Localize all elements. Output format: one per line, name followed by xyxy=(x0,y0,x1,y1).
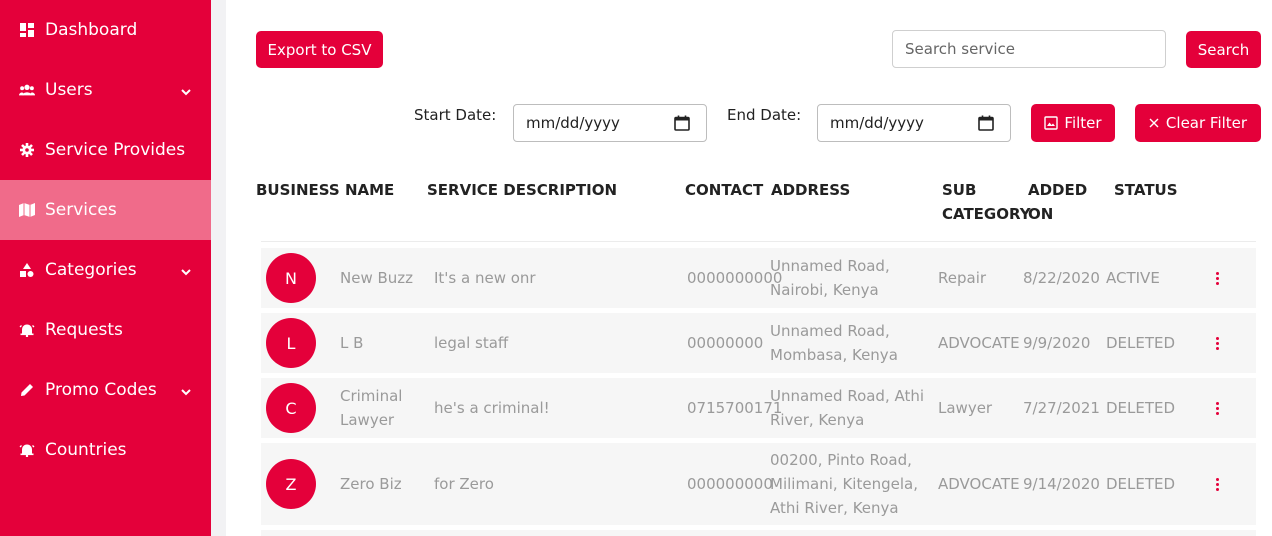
start-date-label: Start Date: xyxy=(414,106,497,124)
more-options-icon[interactable] xyxy=(1214,337,1220,353)
chevron-down-icon xyxy=(180,83,192,96)
sidebar-item-service-provides[interactable]: Service Provides xyxy=(0,120,211,180)
table-row[interactable]: L L B legal staff 00000000 Unnamed Road,… xyxy=(261,313,1256,373)
sidebar-item-label: Categories xyxy=(45,260,137,280)
chevron-down-icon xyxy=(180,383,192,396)
sidebar-item-label: Promo Codes xyxy=(45,380,157,400)
sidebar-divider xyxy=(211,0,226,536)
sub-category: Repair xyxy=(938,269,987,287)
filter-icon xyxy=(1044,116,1059,130)
status-text: DELETED xyxy=(1106,399,1176,417)
added-on: 8/22/2020 xyxy=(1023,269,1100,287)
sidebar-item-label: Services xyxy=(45,200,117,220)
sidebar-item-requests[interactable]: Requests xyxy=(0,300,211,360)
contact: 00000000 xyxy=(687,334,764,352)
avatar: Z xyxy=(266,459,316,509)
chevron-down-icon xyxy=(180,263,192,276)
table-row[interactable]: N New Buzz It's a new onr 0000000000 Unn… xyxy=(261,248,1256,308)
added-on: 7/27/2021 xyxy=(1023,399,1100,417)
more-options-icon[interactable] xyxy=(1214,402,1220,418)
sub-category: ADVOCATE xyxy=(938,475,1020,493)
sidebar-item-label: Dashboard xyxy=(45,20,138,40)
sidebar-item-label: Countries xyxy=(45,440,127,460)
table-row[interactable] xyxy=(261,530,1256,536)
pencil-icon xyxy=(19,382,35,398)
header-business-name: BUSINESS NAME xyxy=(256,181,395,199)
business-name: Criminal Lawyer xyxy=(340,387,403,429)
more-options-icon[interactable] xyxy=(1214,478,1220,494)
business-name: L B xyxy=(340,334,364,352)
search-button[interactable]: Search xyxy=(1186,31,1261,68)
header-contact: CONTACT xyxy=(685,181,764,199)
header-address: ADDRESS xyxy=(771,181,851,199)
end-date-label: End Date: xyxy=(727,106,802,124)
service-description: he's a criminal! xyxy=(434,399,550,417)
status-text: DELETED xyxy=(1106,475,1176,493)
avatar: N xyxy=(266,253,316,303)
export-csv-button[interactable]: Export to CSV xyxy=(256,31,383,68)
clear-filter-button[interactable]: Clear Filter xyxy=(1135,104,1261,142)
contact: 000000000 xyxy=(687,475,773,493)
sidebar-item-users[interactable]: Users xyxy=(0,60,211,120)
status-text: ACTIVE xyxy=(1106,269,1160,287)
filter-button[interactable]: Filter xyxy=(1031,104,1115,142)
header-status: STATUS xyxy=(1114,181,1178,199)
avatar: C xyxy=(266,383,316,433)
added-on: 9/14/2020 xyxy=(1023,475,1100,493)
header-added-on-line2: ON xyxy=(1028,205,1054,223)
start-date-field[interactable]: mm/dd/yyyy xyxy=(513,104,707,142)
address: 00200, Pinto Road, Milimani, Kitengela, … xyxy=(770,451,918,517)
table-row[interactable]: Z Zero Biz for Zero 000000000 00200, Pin… xyxy=(261,443,1256,525)
sidebar-item-label: Requests xyxy=(45,320,123,340)
added-on: 9/9/2020 xyxy=(1023,334,1091,352)
users-icon xyxy=(19,82,35,98)
service-description: for Zero xyxy=(434,475,494,493)
sidebar: Dashboard Users Service Provides Service… xyxy=(0,0,211,536)
header-sub-category-line1: SUB xyxy=(942,181,977,199)
bell-icon xyxy=(19,322,35,338)
service-description: It's a new onr xyxy=(434,269,536,287)
more-options-icon[interactable] xyxy=(1214,272,1220,288)
gear-icon xyxy=(19,142,35,158)
search-input[interactable]: Search service xyxy=(892,30,1166,68)
address: Unnamed Road, Mombasa, Kenya xyxy=(770,322,898,364)
header-service-description: SERVICE DESCRIPTION xyxy=(427,181,618,199)
sidebar-item-categories[interactable]: Categories xyxy=(0,240,211,300)
header-sub-category: SUB CATEGORY xyxy=(942,178,1031,226)
sidebar-item-services[interactable]: Services xyxy=(0,180,211,240)
clear-filter-button-label: Clear Filter xyxy=(1165,114,1248,132)
dashboard-icon xyxy=(19,22,35,38)
status-text: DELETED xyxy=(1106,334,1176,352)
calendar-icon[interactable] xyxy=(978,115,994,131)
sub-category: Lawyer xyxy=(938,399,993,417)
header-added-on: ADDED ON xyxy=(1028,178,1087,226)
shapes-icon xyxy=(19,262,35,278)
sub-category: ADVOCATE xyxy=(938,334,1020,352)
sidebar-item-countries[interactable]: Countries xyxy=(0,420,211,480)
avatar: L xyxy=(266,318,316,368)
address: Unnamed Road, Athi River, Kenya xyxy=(770,387,925,429)
sidebar-item-dashboard[interactable]: Dashboard xyxy=(0,0,211,60)
calendar-icon[interactable] xyxy=(674,115,690,131)
header-divider xyxy=(261,241,1256,242)
service-description: legal staff xyxy=(434,334,509,352)
contact: 0000000000 xyxy=(687,269,783,287)
filter-button-label: Filter xyxy=(1064,114,1102,132)
business-name: New Buzz xyxy=(340,269,414,287)
table-row[interactable]: C Criminal Lawyer he's a criminal! 07157… xyxy=(261,378,1256,438)
contact: 0715700171 xyxy=(687,399,783,417)
bell-icon xyxy=(19,442,35,458)
end-date-field[interactable]: mm/dd/yyyy xyxy=(817,104,1011,142)
sidebar-item-label: Service Provides xyxy=(45,140,186,160)
header-added-on-line1: ADDED xyxy=(1028,181,1088,199)
address: Unnamed Road, Nairobi, Kenya xyxy=(770,257,890,299)
sidebar-item-promo-codes[interactable]: Promo Codes xyxy=(0,360,211,420)
sidebar-item-label: Users xyxy=(45,80,93,100)
start-date-value: mm/dd/yyyy xyxy=(526,114,620,132)
map-icon xyxy=(19,202,35,218)
header-sub-category-line2: CATEGORY xyxy=(942,205,1031,223)
close-icon xyxy=(1149,118,1159,128)
end-date-value: mm/dd/yyyy xyxy=(830,114,924,132)
business-name: Zero Biz xyxy=(340,475,402,493)
